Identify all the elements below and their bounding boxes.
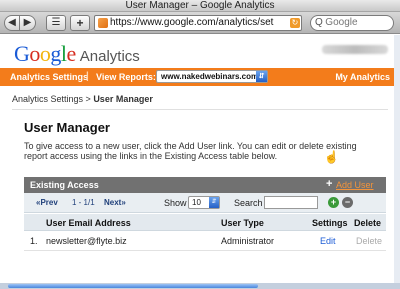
address-bar[interactable]: https://www.google.com/analytics/set ↻ (94, 15, 302, 31)
add-user-link[interactable]: Add User (336, 180, 374, 190)
pager-bar: «Prev 1 - 1/1 Next» Show 10 ⇵ Search + − (24, 193, 386, 213)
existing-access-header: Existing Access + Add User (24, 177, 386, 193)
nav-view-reports-label: View Reports: (96, 72, 156, 82)
page-range: 1 - 1/1 (72, 198, 95, 207)
vertical-scrollbar[interactable] (394, 35, 400, 283)
forward-button[interactable]: ▶ (20, 15, 36, 31)
window-titlebar: User Manager – Google Analytics (0, 0, 400, 12)
row-email: newsletter@flyte.biz (46, 236, 127, 246)
page-description: To give access to a new user, click the … (24, 141, 357, 161)
table-row: 1. newsletter@flyte.biz Administrator Ed… (24, 232, 386, 251)
breadcrumb: Analytics Settings > User Manager (12, 94, 153, 104)
nav-my-analytics[interactable]: My Analytics (335, 72, 390, 82)
collapse-minus-icon[interactable]: − (342, 197, 353, 208)
col-email-header: User Email Address (46, 218, 131, 228)
rss-icon[interactable]: ↻ (290, 18, 300, 28)
url-text: https://www.google.com/analytics/set (110, 17, 274, 28)
google-analytics-logo[interactable]: Google Analytics (14, 41, 140, 67)
add-bookmark-button[interactable]: + (70, 15, 90, 31)
search-icon: Q (315, 17, 323, 28)
col-delete-header: Delete (354, 218, 382, 228)
col-type-header: User Type (221, 218, 264, 228)
table-search-label: Search (234, 198, 263, 208)
site-select[interactable]: www.nakedwebinars.com ⇵ (156, 70, 268, 83)
browser-toolbar: ◀ ▶ ☰ + https://www.google.com/analytics… (0, 12, 400, 34)
browser-search[interactable]: Q (310, 15, 394, 31)
nav-separator: | (86, 71, 89, 82)
account-email-redacted (322, 45, 388, 54)
row-number: 1. (30, 236, 38, 246)
next-page-link[interactable]: Next» (104, 198, 126, 207)
window-title: User Manager – Google Analytics (125, 0, 275, 11)
prev-page-link[interactable]: «Prev (36, 198, 58, 207)
expand-plus-icon[interactable]: + (328, 197, 339, 208)
logo-letter: g (50, 41, 61, 66)
existing-access-title: Existing Access (30, 180, 99, 190)
page-title: User Manager (24, 120, 110, 135)
pointer-hand-icon: ☝ (324, 150, 339, 164)
row-delete-link[interactable]: Delete (356, 236, 382, 246)
row-user-type: Administrator (221, 236, 275, 246)
favicon-icon (98, 18, 108, 28)
back-button[interactable]: ◀ (4, 15, 20, 31)
breadcrumb-parent[interactable]: Analytics Settings (12, 94, 83, 104)
table-header: User Email Address User Type Settings De… (24, 214, 386, 231)
table-search-input[interactable] (264, 196, 318, 209)
bookmarks-icon[interactable]: ☰ (46, 15, 66, 31)
row-edit-link[interactable]: Edit (320, 236, 336, 246)
col-settings-header: Settings (312, 218, 348, 228)
browser-search-input[interactable] (325, 17, 382, 28)
updown-icon: ⇵ (209, 197, 219, 208)
logo-letter: o (39, 41, 51, 66)
logo-letter: e (66, 41, 77, 66)
rows-per-page-value: 10 (192, 198, 201, 207)
logo-letter: G (14, 41, 30, 66)
show-label: Show (164, 198, 187, 208)
logo-suffix: Analytics (79, 48, 140, 65)
updown-icon: ⇵ (256, 71, 267, 82)
breadcrumb-current: User Manager (93, 94, 153, 104)
horizontal-scroll-thumb[interactable] (8, 284, 258, 288)
breadcrumb-separator: > (83, 94, 94, 104)
horizontal-scrollbar[interactable] (0, 283, 400, 289)
page-content: Google Analytics Analytics Settings | Vie… (0, 35, 400, 283)
nav-analytics-settings[interactable]: Analytics Settings (10, 72, 88, 82)
divider (12, 109, 388, 110)
rows-per-page-select[interactable]: 10 ⇵ (188, 196, 220, 209)
top-navbar: Analytics Settings | View Reports: www.n… (0, 68, 400, 86)
site-select-value: www.nakedwebinars.com (161, 72, 259, 81)
logo-letter: o (29, 41, 40, 66)
add-user-plus-icon[interactable]: + (326, 178, 332, 190)
